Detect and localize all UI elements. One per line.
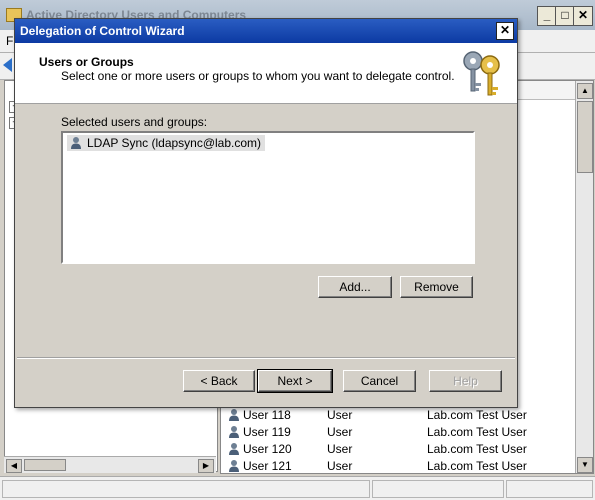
status-panel: [372, 480, 504, 498]
user-icon: [229, 443, 239, 455]
status-panel: [2, 480, 370, 498]
remove-button[interactable]: Remove: [400, 276, 473, 298]
scroll-left-icon[interactable]: ◀: [6, 459, 22, 473]
scroll-thumb[interactable]: [24, 459, 66, 471]
keys-icon: [463, 51, 500, 96]
object-description: Lab.com Test User: [427, 442, 527, 456]
status-bar: [0, 476, 595, 500]
object-description: Lab.com Test User: [427, 425, 527, 439]
table-row[interactable]: User 121 User Lab.com Test User: [227, 458, 567, 475]
user-icon: [71, 137, 81, 149]
user-icon: [229, 426, 239, 438]
table-row[interactable]: User 119 User Lab.com Test User: [227, 424, 567, 441]
object-type: User: [327, 442, 353, 456]
object-type: User: [327, 425, 353, 439]
close-window-button[interactable]: ✕: [573, 6, 593, 26]
selected-users-label: Selected users and groups:: [61, 115, 208, 129]
page-subtitle: Select one or more users or groups to wh…: [61, 69, 455, 83]
status-panel: [506, 480, 593, 498]
object-description: Lab.com Test User: [427, 408, 527, 422]
object-type: User: [327, 408, 353, 422]
cancel-button[interactable]: Cancel: [343, 370, 416, 392]
object-type: User: [327, 459, 353, 473]
help-button[interactable]: Help: [429, 370, 502, 392]
user-name: User 121: [243, 459, 292, 473]
back-button[interactable]: < Back: [183, 370, 255, 392]
scroll-down-icon[interactable]: ▼: [577, 457, 593, 473]
scroll-right-icon[interactable]: ▶: [198, 459, 214, 473]
selected-users-list[interactable]: LDAP Sync (ldapsync@lab.com): [61, 131, 475, 264]
list-item[interactable]: LDAP Sync (ldapsync@lab.com): [67, 135, 266, 151]
close-icon[interactable]: ✕: [496, 22, 514, 40]
button-separator: [17, 357, 515, 359]
menu-item-file[interactable]: F: [6, 34, 13, 48]
minimize-button[interactable]: _: [537, 6, 557, 26]
add-button[interactable]: Add...: [318, 276, 392, 298]
table-row[interactable]: User 118 User Lab.com Test User: [227, 407, 567, 424]
user-name: User 119: [243, 425, 291, 439]
tree-horizontal-scrollbar[interactable]: ◀ ▶: [4, 456, 216, 473]
user-icon: [229, 460, 239, 472]
list-item-label: LDAP Sync (ldapsync@lab.com): [87, 136, 262, 150]
object-description: Lab.com Test User: [427, 459, 527, 473]
dialog-title: Delegation of Control Wizard: [20, 24, 185, 38]
wizard-header: Users or Groups Select one or more users…: [15, 43, 517, 104]
user-name: User 118: [243, 408, 291, 422]
user-icon: [229, 409, 239, 421]
scroll-thumb[interactable]: [577, 101, 593, 173]
next-button[interactable]: Next >: [257, 369, 333, 393]
delegation-wizard-dialog: Delegation of Control Wizard ✕ Users or …: [14, 18, 518, 408]
list-vertical-scrollbar[interactable]: ▲ ▼: [575, 81, 593, 473]
table-row[interactable]: User 120 User Lab.com Test User: [227, 441, 567, 458]
dialog-titlebar[interactable]: Delegation of Control Wizard ✕: [15, 19, 517, 43]
back-arrow-icon[interactable]: [3, 58, 12, 72]
page-title: Users or Groups: [39, 55, 134, 69]
scroll-up-icon[interactable]: ▲: [577, 83, 593, 99]
user-name: User 120: [243, 442, 292, 456]
maximize-button[interactable]: □: [555, 6, 575, 26]
